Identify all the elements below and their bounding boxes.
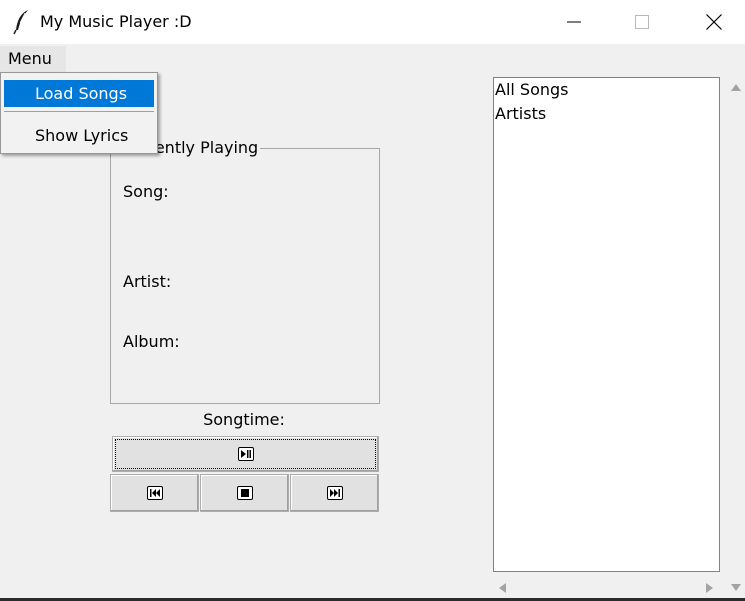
previous-track-button[interactable] bbox=[110, 474, 199, 512]
maximize-icon bbox=[635, 15, 649, 29]
list-item-artists[interactable]: Artists bbox=[495, 104, 546, 123]
title-bar: My Music Player :D bbox=[0, 0, 745, 44]
scroll-left-arrow-icon[interactable] bbox=[499, 583, 506, 593]
menu-label: Menu bbox=[8, 49, 52, 68]
artist-label: Artist: bbox=[123, 272, 172, 291]
menu-item-label: Load Songs bbox=[35, 84, 128, 103]
stop-button[interactable] bbox=[200, 474, 289, 512]
minimize-button[interactable] bbox=[543, 0, 605, 44]
list-item-all-songs[interactable]: All Songs bbox=[495, 80, 569, 99]
library-listbox[interactable]: All Songs Artists bbox=[493, 77, 720, 572]
close-button[interactable] bbox=[683, 0, 745, 44]
feather-icon bbox=[13, 10, 28, 35]
play-pause-icon bbox=[237, 447, 254, 461]
menu-item-show-lyrics[interactable]: Show Lyrics bbox=[4, 122, 154, 149]
maximize-button[interactable] bbox=[611, 0, 673, 44]
song-label: Song: bbox=[123, 182, 169, 201]
scroll-right-arrow-icon[interactable] bbox=[706, 583, 713, 593]
previous-track-icon bbox=[146, 486, 163, 500]
play-pause-button[interactable] bbox=[112, 436, 379, 472]
album-label: Album: bbox=[123, 332, 180, 351]
menu-dropdown: Load Songs Show Lyrics bbox=[0, 72, 158, 154]
minimize-icon bbox=[567, 21, 581, 23]
window-title: My Music Player :D bbox=[40, 12, 192, 31]
vertical-scrollbar[interactable] bbox=[727, 78, 745, 598]
scroll-up-arrow-icon[interactable] bbox=[731, 84, 741, 91]
songtime-label: Songtime: bbox=[203, 410, 285, 429]
next-track-icon bbox=[326, 486, 343, 500]
menu-bar: Menu bbox=[0, 44, 745, 72]
menu-item-load-songs[interactable]: Load Songs bbox=[4, 80, 154, 107]
menu-item-label: Show Lyrics bbox=[35, 126, 129, 145]
next-track-button[interactable] bbox=[290, 474, 379, 512]
horizontal-scrollbar[interactable] bbox=[493, 578, 727, 598]
close-icon bbox=[706, 14, 722, 30]
menu-button[interactable]: Menu bbox=[0, 46, 66, 72]
menu-separator bbox=[4, 111, 154, 112]
stop-icon bbox=[236, 486, 253, 500]
scroll-down-arrow-icon[interactable] bbox=[731, 584, 741, 591]
